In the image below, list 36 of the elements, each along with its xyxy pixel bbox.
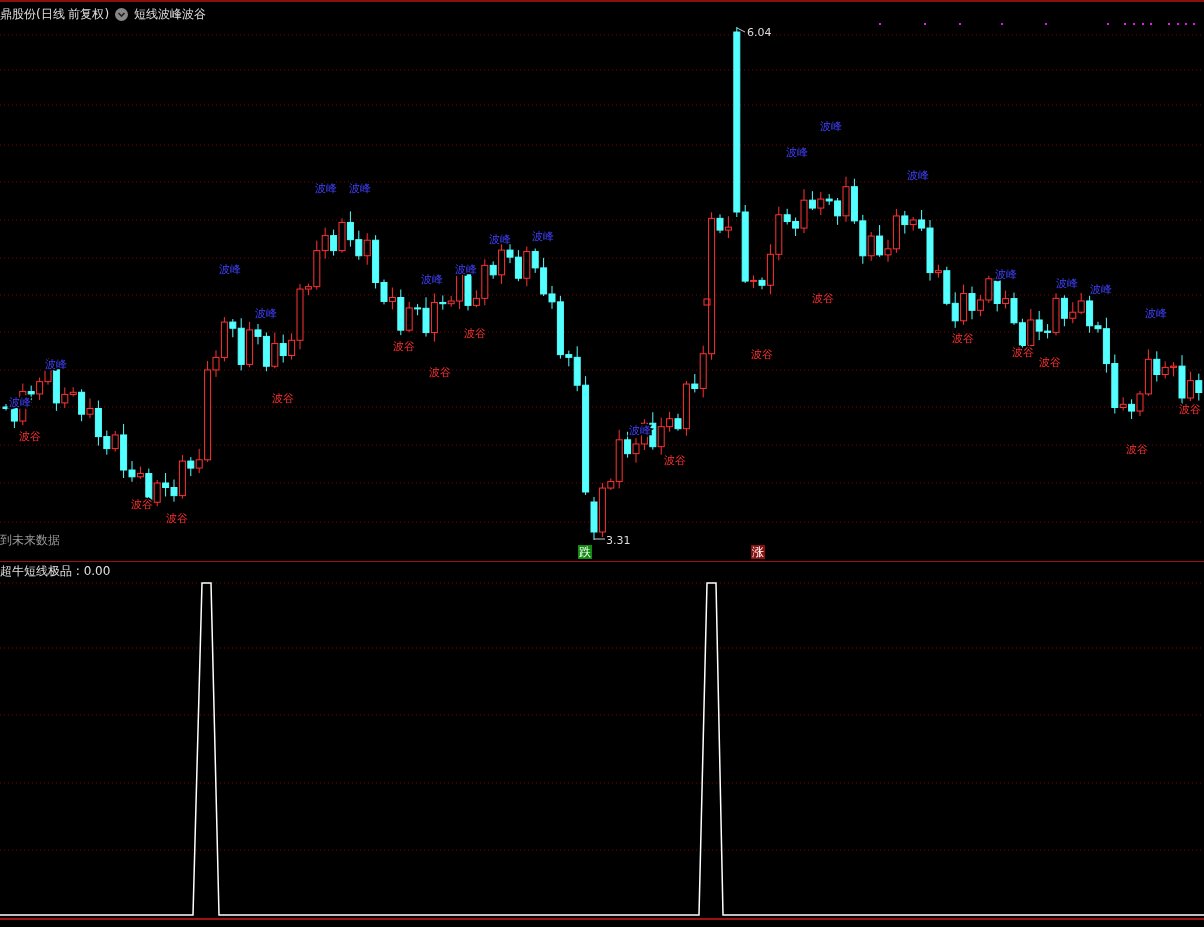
trough-label: 波谷: [1179, 403, 1201, 416]
stock-title: 鼎股份(日线 前复权): [0, 6, 110, 23]
signal-tag: 涨: [751, 545, 765, 559]
peak-label: 波峰: [219, 263, 241, 276]
gap-marker: [703, 298, 711, 306]
peak-label: 波峰: [1145, 307, 1167, 320]
trough-label: 波谷: [1012, 346, 1034, 359]
trough-label: 波谷: [664, 454, 686, 467]
trough-label: 波谷: [464, 327, 486, 340]
trough-label: 波谷: [393, 340, 415, 353]
trough-label: 波谷: [429, 366, 451, 379]
peak-label: 波峰: [349, 182, 371, 195]
signal-tag: 跌: [578, 545, 592, 559]
trough-label: 波谷: [1039, 356, 1061, 369]
trough-label: 波谷: [751, 348, 773, 361]
peak-label: 波峰: [907, 169, 929, 182]
peak-label: 波峰: [421, 273, 443, 286]
trough-label: 波谷: [166, 512, 188, 525]
indicator-value: 超牛短线极品 : 0.00: [0, 563, 111, 580]
future-data-note: 到未来数据: [0, 532, 60, 549]
trough-label: 波谷: [1126, 443, 1148, 456]
peak-label: 波峰: [532, 230, 554, 243]
peak-label: 波峰: [1090, 283, 1112, 296]
peak-label: 波峰: [820, 120, 842, 133]
chevron-down-icon[interactable]: [115, 8, 129, 21]
trough-label: 波谷: [19, 430, 41, 443]
peak-label: 波峰: [315, 182, 337, 195]
peak-label: 波峰: [489, 233, 511, 246]
trough-label: 波谷: [812, 292, 834, 305]
peak-label: 波峰: [455, 263, 477, 276]
peak-label: 波峰: [786, 146, 808, 159]
indicator-name: 短线波峰波谷: [134, 6, 207, 23]
peak-label: 波峰: [255, 307, 277, 320]
trough-label: 波谷: [272, 392, 294, 405]
peak-label: 波峰: [1056, 277, 1078, 290]
trough-label: 波谷: [952, 332, 974, 345]
